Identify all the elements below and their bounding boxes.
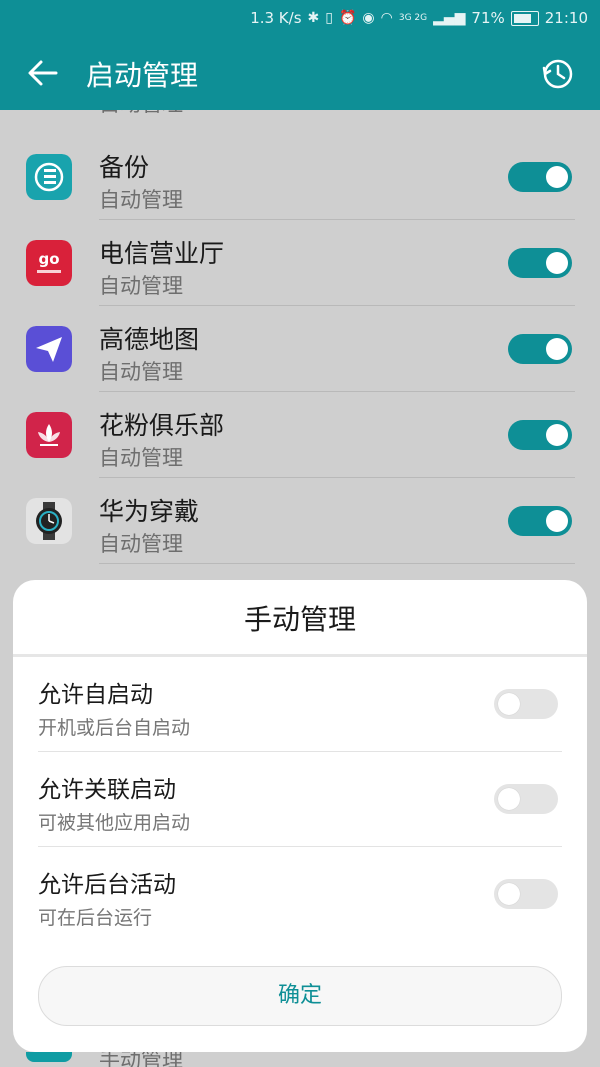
dialog-title: 手动管理 bbox=[243, 603, 356, 636]
list-item-name: 华为穿戴 bbox=[99, 497, 200, 526]
list-item-partial-bottom: 手动管理 bbox=[0, 1052, 600, 1067]
network-type: 3G 2G bbox=[398, 12, 428, 23]
huawei-wear-icon bbox=[26, 498, 72, 544]
page-title: 启动管理 bbox=[86, 59, 199, 92]
option-name: 允许后台活动 bbox=[38, 872, 176, 898]
list-item-sub: 自动管理 bbox=[99, 110, 183, 118]
bluetooth-icon: ✱ bbox=[307, 10, 320, 26]
battery-icon bbox=[510, 10, 539, 26]
app-icon bbox=[26, 1052, 72, 1062]
signal-icon: ▂▄▆ bbox=[433, 10, 466, 26]
list-item-name: 花粉俱乐部 bbox=[99, 411, 225, 440]
status-icons: 1.3 K/s ✱ ▯ ⏰ ◉ ◠ 3G 2G ▂▄▆ 71% 21:10 bbox=[250, 9, 588, 27]
manual-manage-dialog: 手动管理 允许自启动 开机或后台自启动 允许关联启动 可被其他应用启动 允许后台… bbox=[13, 580, 587, 1052]
auto-manage-toggle[interactable] bbox=[508, 420, 572, 450]
battery-percent: 71% bbox=[471, 9, 505, 27]
auto-manage-toggle[interactable] bbox=[508, 248, 572, 278]
option-auto-start[interactable]: 允许自启动 开机或后台自启动 bbox=[13, 657, 587, 752]
huafen-club-icon bbox=[26, 412, 72, 458]
clock-time: 21:10 bbox=[544, 9, 588, 27]
list-item-sub: 手动管理 bbox=[99, 1052, 183, 1067]
app-bar: 启动管理 bbox=[0, 38, 600, 110]
list-item[interactable]: 花粉俱乐部 自动管理 bbox=[0, 392, 600, 478]
telecom-ego-icon: go bbox=[26, 240, 72, 286]
svg-text:go: go bbox=[38, 250, 59, 268]
option-sub: 开机或后台自启动 bbox=[38, 717, 191, 739]
option-name: 允许自启动 bbox=[38, 682, 153, 708]
list-item[interactable]: 备份 自动管理 bbox=[0, 134, 600, 220]
list-item-name: 备份 bbox=[99, 153, 150, 182]
option-background-activity[interactable]: 允许后台活动 可在后台运行 bbox=[13, 847, 587, 942]
auto-manage-toggle[interactable] bbox=[508, 334, 572, 364]
option-name: 允许关联启动 bbox=[38, 777, 176, 803]
auto-manage-toggle[interactable] bbox=[508, 506, 572, 536]
list-item[interactable]: 高德地图 自动管理 bbox=[0, 306, 600, 392]
confirm-button[interactable]: 确定 bbox=[38, 966, 562, 1026]
list-item-name: 高德地图 bbox=[99, 325, 200, 354]
list-item-name: 电信营业厅 bbox=[99, 239, 225, 268]
option-sub: 可被其他应用启动 bbox=[38, 812, 191, 834]
option-linked-start[interactable]: 允许关联启动 可被其他应用启动 bbox=[13, 752, 587, 847]
list-item-sub: 自动管理 bbox=[99, 532, 183, 556]
wifi-icon: ◠ bbox=[380, 10, 393, 26]
back-arrow-icon[interactable] bbox=[26, 56, 60, 90]
amap-icon bbox=[26, 326, 72, 372]
background-activity-toggle[interactable] bbox=[494, 879, 558, 909]
auto-manage-toggle[interactable] bbox=[508, 162, 572, 192]
alarm-icon: ⏰ bbox=[338, 10, 357, 26]
list-item-sub: 自动管理 bbox=[99, 274, 183, 298]
list-item[interactable]: 华为穿戴 自动管理 bbox=[0, 478, 600, 564]
auto-start-toggle[interactable] bbox=[494, 689, 558, 719]
status-bar: 1.3 K/s ✱ ▯ ⏰ ◉ ◠ 3G 2G ▂▄▆ 71% 21:10 bbox=[0, 0, 600, 38]
vibrate-icon: ▯ bbox=[325, 10, 333, 26]
list-item[interactable]: go 电信营业厅 自动管理 bbox=[0, 220, 600, 306]
option-sub: 可在后台运行 bbox=[38, 907, 153, 929]
app-list: 自动管理 备份 自动管理 go 电信营业厅 自动管理 高德地图 自动管理 bbox=[0, 110, 600, 580]
linked-start-toggle[interactable] bbox=[494, 784, 558, 814]
list-item-sub: 自动管理 bbox=[99, 188, 183, 212]
list-item-sub: 自动管理 bbox=[99, 360, 183, 384]
history-clock-icon[interactable] bbox=[540, 56, 576, 92]
list-item-partial-top: 自动管理 bbox=[0, 110, 600, 134]
network-speed: 1.3 K/s bbox=[250, 9, 302, 27]
eye-comfort-icon: ◉ bbox=[362, 10, 375, 26]
list-item-sub: 自动管理 bbox=[99, 446, 183, 470]
backup-icon bbox=[26, 154, 72, 200]
